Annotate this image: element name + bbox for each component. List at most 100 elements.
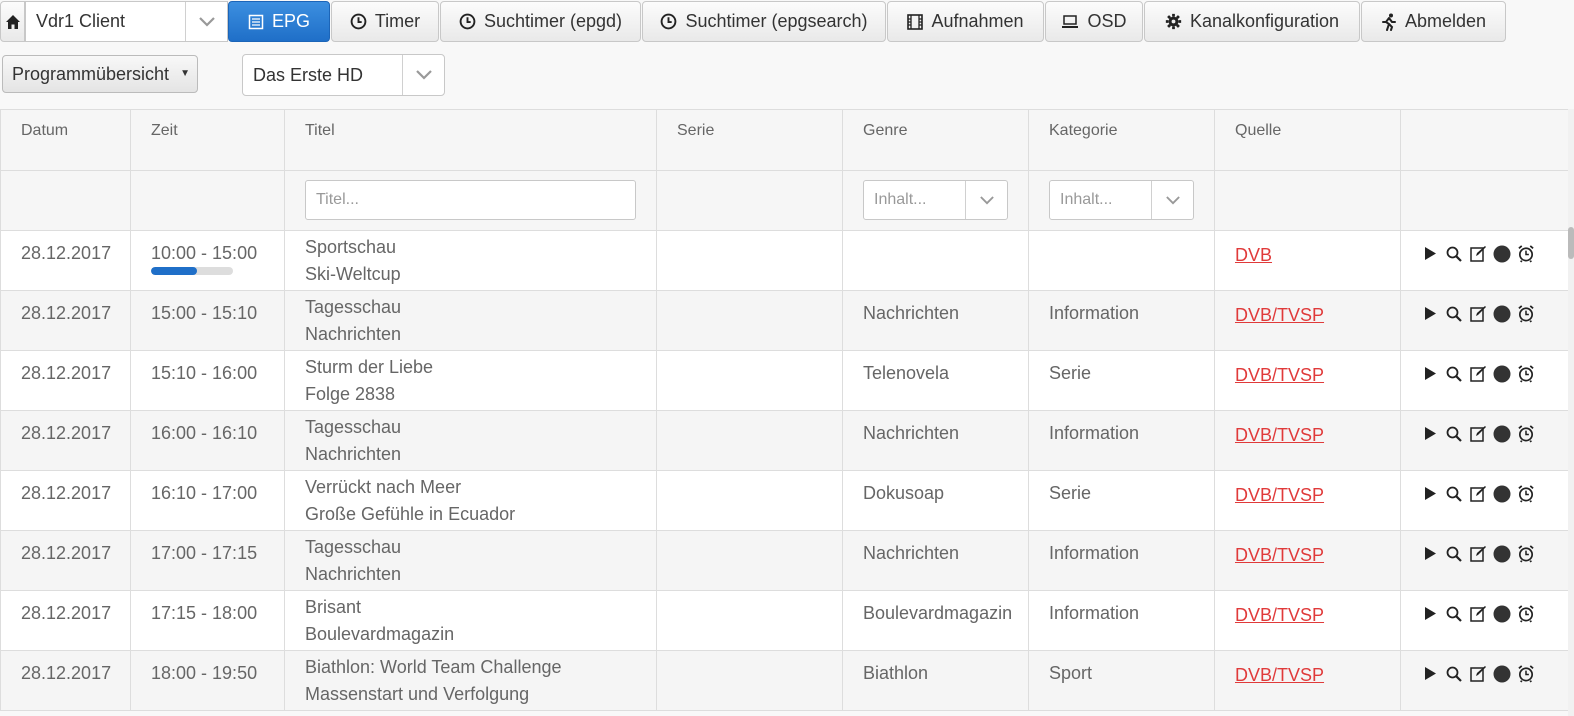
cell-datum: 28.12.2017 xyxy=(0,350,131,411)
header-kategorie[interactable]: Kategorie xyxy=(1028,110,1215,171)
quelle-link[interactable]: DVB xyxy=(1235,245,1272,266)
edit-icon[interactable] xyxy=(1469,364,1487,384)
titel-text[interactable]: Verrückt nach Meer xyxy=(305,474,656,501)
alarm-clock-icon[interactable] xyxy=(1517,424,1535,444)
play-icon[interactable] xyxy=(1421,304,1439,324)
table-row[interactable]: 28.12.2017 15:10 - 16:00 Sturm der Liebe… xyxy=(0,350,1569,411)
titel-text[interactable]: Biathlon: World Team Challenge xyxy=(305,654,656,681)
quelle-link[interactable]: DVB/TVSP xyxy=(1235,425,1324,446)
header-titel[interactable]: Titel xyxy=(284,110,657,171)
alarm-clock-icon[interactable] xyxy=(1517,664,1535,684)
quelle-link[interactable]: DVB/TVSP xyxy=(1235,305,1324,326)
cell-zeit: 16:10 - 17:00 xyxy=(130,470,285,531)
search-icon[interactable] xyxy=(1445,604,1463,624)
header-genre[interactable]: Genre xyxy=(842,110,1029,171)
table-row[interactable]: 28.12.2017 17:15 - 18:00 Brisant Bouleva… xyxy=(0,590,1569,651)
quelle-link[interactable]: DVB/TVSP xyxy=(1235,605,1324,626)
alarm-clock-icon[interactable] xyxy=(1517,544,1535,564)
edit-icon[interactable] xyxy=(1469,304,1487,324)
play-icon[interactable] xyxy=(1421,364,1439,384)
quelle-link[interactable]: DVB/TVSP xyxy=(1235,545,1324,566)
epg-button[interactable]: EPG xyxy=(228,1,330,42)
row-actions xyxy=(1421,483,1569,504)
edit-icon[interactable] xyxy=(1469,544,1487,564)
alarm-clock-icon[interactable] xyxy=(1517,604,1535,624)
alarm-clock-icon[interactable] xyxy=(1517,484,1535,504)
table-row[interactable]: 28.12.2017 16:00 - 16:10 Tagesschau Nach… xyxy=(0,410,1569,471)
table-row[interactable]: 28.12.2017 15:00 - 15:10 Tagesschau Nach… xyxy=(0,290,1569,351)
titel-filter-input[interactable]: Titel... xyxy=(305,180,636,220)
record-icon[interactable] xyxy=(1493,604,1511,624)
alarm-clock-icon[interactable] xyxy=(1517,304,1535,324)
genre-text: Biathlon xyxy=(863,662,929,683)
titel-text[interactable]: Tagesschau xyxy=(305,534,656,561)
edit-icon[interactable] xyxy=(1469,484,1487,504)
table-row[interactable]: 28.12.2017 16:10 - 17:00 Verrückt nach M… xyxy=(0,470,1569,531)
quelle-link[interactable]: DVB/TVSP xyxy=(1235,665,1324,686)
alarm-clock-icon[interactable] xyxy=(1517,364,1535,384)
suchtimer-epgsearch-button[interactable]: Suchtimer (epgsearch) xyxy=(642,1,886,42)
play-icon[interactable] xyxy=(1421,604,1439,624)
quelle-link[interactable]: DVB/TVSP xyxy=(1235,485,1324,506)
search-icon[interactable] xyxy=(1445,244,1463,264)
record-icon[interactable] xyxy=(1493,484,1511,504)
view-select[interactable]: Programmübersicht ▼ xyxy=(2,55,198,93)
record-icon[interactable] xyxy=(1493,244,1511,264)
table-row[interactable]: 28.12.2017 17:00 - 17:15 Tagesschau Nach… xyxy=(0,530,1569,591)
zeit-text: 18:00 - 19:50 xyxy=(151,662,258,683)
record-icon[interactable] xyxy=(1493,364,1511,384)
header-quelle[interactable]: Quelle xyxy=(1214,110,1401,171)
record-icon[interactable] xyxy=(1493,544,1511,564)
search-icon[interactable] xyxy=(1445,304,1463,324)
play-icon[interactable] xyxy=(1421,484,1439,504)
table-row[interactable]: 28.12.2017 18:00 - 19:50 Biathlon: World… xyxy=(0,650,1569,711)
titel-text[interactable]: Sportschau xyxy=(305,234,656,261)
search-icon[interactable] xyxy=(1445,424,1463,444)
cell-zeit: 18:00 - 19:50 xyxy=(130,650,285,711)
edit-icon[interactable] xyxy=(1469,424,1487,444)
record-icon[interactable] xyxy=(1493,424,1511,444)
cell-zeit: 17:00 - 17:15 xyxy=(130,530,285,591)
kategorie-filter-select[interactable]: Inhalt... xyxy=(1049,180,1194,220)
search-icon[interactable] xyxy=(1445,664,1463,684)
titel-text[interactable]: Tagesschau xyxy=(305,414,656,441)
header-zeit[interactable]: Zeit xyxy=(130,110,285,171)
alarm-clock-icon[interactable] xyxy=(1517,244,1535,264)
running-person-icon xyxy=(1381,13,1396,31)
search-icon[interactable] xyxy=(1445,484,1463,504)
quelle-link[interactable]: DVB/TVSP xyxy=(1235,365,1324,386)
aufnahmen-button[interactable]: Aufnahmen xyxy=(887,1,1044,42)
suchtimer-epgd-button[interactable]: Suchtimer (epgd) xyxy=(440,1,641,42)
scrollbar-thumb[interactable] xyxy=(1568,227,1574,259)
search-icon[interactable] xyxy=(1445,364,1463,384)
play-icon[interactable] xyxy=(1421,244,1439,264)
play-icon[interactable] xyxy=(1421,664,1439,684)
genre-text: Boulevardmagazin xyxy=(863,602,1013,623)
timer-button[interactable]: Timer xyxy=(331,1,439,42)
header-serie[interactable]: Serie xyxy=(656,110,843,171)
untertitel-text: Nachrichten xyxy=(305,323,402,344)
home-button[interactable] xyxy=(0,1,25,42)
genre-filter-select[interactable]: Inhalt... xyxy=(863,180,1008,220)
client-select[interactable]: Vdr1 Client xyxy=(25,1,228,42)
table-row[interactable]: 28.12.2017 10:00 - 15:00 Sportschau Ski-… xyxy=(0,230,1569,291)
cell-genre: Biathlon xyxy=(842,650,1029,711)
edit-icon[interactable] xyxy=(1469,604,1487,624)
abmelden-button[interactable]: Abmelden xyxy=(1361,1,1506,42)
cell-titel: Brisant Boulevardmagazin xyxy=(284,590,657,651)
scrollbar[interactable] xyxy=(1568,109,1574,716)
record-icon[interactable] xyxy=(1493,304,1511,324)
edit-icon[interactable] xyxy=(1469,664,1487,684)
record-icon[interactable] xyxy=(1493,664,1511,684)
search-icon[interactable] xyxy=(1445,544,1463,564)
channel-select[interactable]: Das Erste HD xyxy=(242,54,445,96)
kanalkonfiguration-button[interactable]: Kanalkonfiguration xyxy=(1144,1,1360,42)
titel-text[interactable]: Sturm der Liebe xyxy=(305,354,656,381)
titel-text[interactable]: Brisant xyxy=(305,594,656,621)
play-icon[interactable] xyxy=(1421,424,1439,444)
edit-icon[interactable] xyxy=(1469,244,1487,264)
header-datum[interactable]: Datum xyxy=(0,110,131,171)
play-icon[interactable] xyxy=(1421,544,1439,564)
titel-text[interactable]: Tagesschau xyxy=(305,294,656,321)
osd-button[interactable]: OSD xyxy=(1045,1,1143,42)
